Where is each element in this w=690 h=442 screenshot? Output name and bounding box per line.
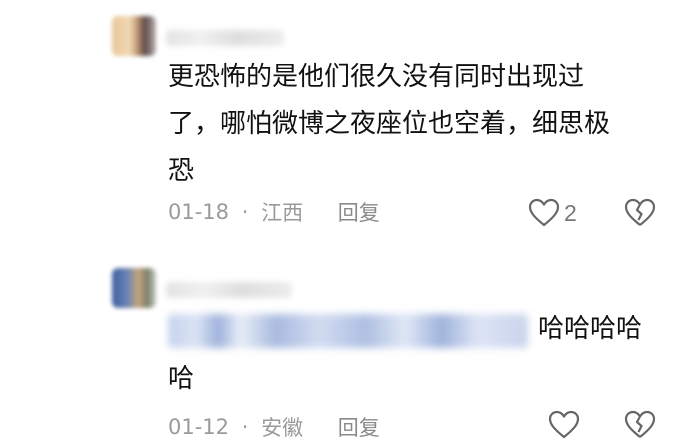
comment-text-line: 了，哪怕微博之夜座位也空着，细思极 xyxy=(168,109,611,139)
comment-meta: 01-18 · 江西 回复 xyxy=(168,197,380,227)
reply-button[interactable]: 回复 xyxy=(338,197,380,227)
username-blurred[interactable] xyxy=(166,282,292,298)
comment-text-line: 哈哈哈哈 xyxy=(538,314,643,344)
dislike-button[interactable] xyxy=(624,410,656,440)
separator-dot: · xyxy=(241,415,249,439)
comment-text-line: 哈 xyxy=(168,364,195,394)
heart-icon xyxy=(548,410,580,439)
username-blurred[interactable] xyxy=(166,30,284,46)
blurred-mention xyxy=(168,314,528,348)
heart-icon xyxy=(528,198,560,227)
comment-date: 01-18 xyxy=(168,200,230,224)
like-button[interactable]: 2 xyxy=(528,198,577,228)
like-button[interactable] xyxy=(548,410,580,440)
comment-date: 01-12 xyxy=(168,415,230,439)
avatar[interactable] xyxy=(112,16,156,56)
comment-item: 哈哈哈哈 哈 01-12 · 安徽 回复 xyxy=(0,260,690,440)
broken-heart-icon xyxy=(624,198,656,226)
like-count: 2 xyxy=(564,199,577,226)
separator-dot: · xyxy=(241,200,249,224)
comment-location: 江西 xyxy=(261,201,304,225)
comment-item: 更恐怖的是他们很久没有同时出现过 了，哪怕微博之夜座位也空着，细思极 恐 01-… xyxy=(0,0,690,250)
comment-text-line: 恐 xyxy=(168,156,195,186)
comment-text-line: 更恐怖的是他们很久没有同时出现过 xyxy=(168,62,585,92)
dislike-button[interactable] xyxy=(624,198,656,228)
avatar[interactable] xyxy=(112,268,156,308)
broken-heart-icon xyxy=(624,410,656,438)
